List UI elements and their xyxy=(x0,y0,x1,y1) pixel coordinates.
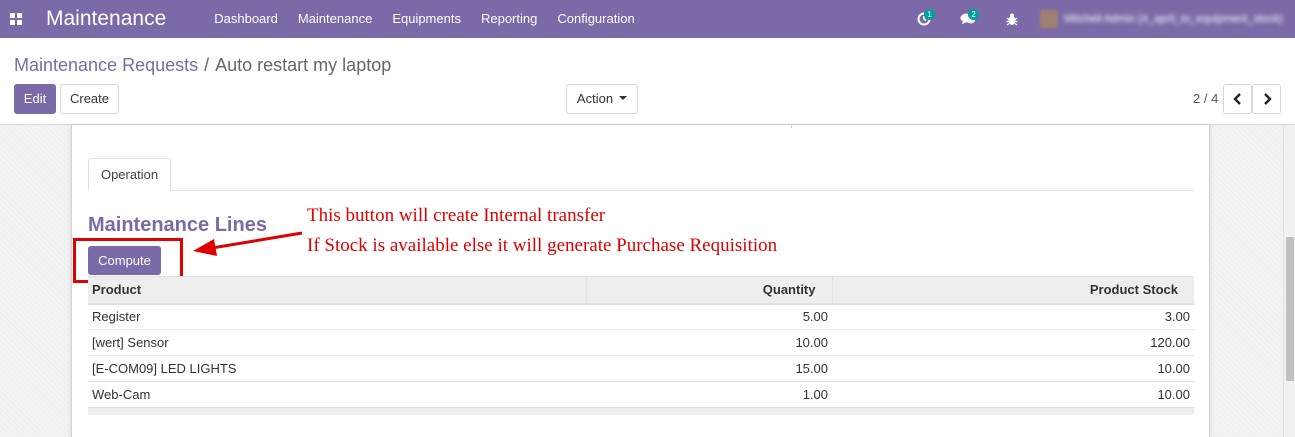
action-dropdown[interactable]: Action xyxy=(566,84,638,114)
arrow-left-icon xyxy=(193,231,303,256)
activity-clock-icon[interactable]: 1 xyxy=(902,0,946,38)
cell-product: Register xyxy=(92,309,141,325)
table-row[interactable]: [E-COM09] LED LIGHTS 15.00 10.00 xyxy=(88,356,1194,382)
cell-product-stock: 10.00 xyxy=(1157,387,1190,402)
tab-operation[interactable]: Operation xyxy=(88,158,171,191)
cell-product-stock: 120.00 xyxy=(1150,335,1190,350)
cell-quantity: 15.00 xyxy=(795,361,828,376)
cell-quantity: 10.00 xyxy=(795,335,828,350)
table-row[interactable]: [wert] Sensor 10.00 120.00 xyxy=(88,330,1194,356)
create-button[interactable]: Create xyxy=(60,84,119,114)
table-row[interactable]: Web-Cam 1.00 10.00 xyxy=(88,382,1194,408)
cell-product: [E-COM09] LED LIGHTS xyxy=(92,361,237,376)
menu-configuration[interactable]: Configuration xyxy=(547,0,644,38)
column-header-product[interactable]: Product xyxy=(88,276,586,305)
annotation-line-2: If Stock is available else it will gener… xyxy=(307,235,778,256)
menu-dashboard[interactable]: Dashboard xyxy=(204,0,288,38)
divider xyxy=(791,125,792,128)
user-name: Mitchell Admin (4_april_to_equipment_sto… xyxy=(1064,13,1283,25)
compute-button[interactable]: Compute xyxy=(88,246,161,275)
pager-value[interactable]: 2 / 4 xyxy=(1193,91,1218,106)
messages-badge: 2 xyxy=(968,9,980,20)
breadcrumb-parent[interactable]: Maintenance Requests xyxy=(14,55,198,75)
cell-product: [wert] Sensor xyxy=(92,335,169,350)
tabs-divider xyxy=(88,190,1193,191)
apps-grid-icon[interactable] xyxy=(2,0,30,38)
chevron-right-icon xyxy=(1263,93,1272,105)
annotation-line-1: This button will create Internal transfe… xyxy=(307,205,606,226)
systray: 1 2 Mitchell Admin (4_april_to_equipment… xyxy=(902,0,1295,38)
menu-maintenance[interactable]: Maintenance xyxy=(288,0,382,38)
breadcrumb: Maintenance Requests / Auto restart my lap… xyxy=(14,55,391,76)
cell-product-stock: 3.00 xyxy=(1164,309,1190,325)
menu-reporting[interactable]: Reporting xyxy=(471,0,547,38)
cell-quantity: 5.00 xyxy=(802,309,828,325)
breadcrumb-separator: / xyxy=(204,55,210,75)
pager-previous-button[interactable] xyxy=(1223,84,1252,114)
cell-quantity: 1.00 xyxy=(802,387,828,402)
edit-button[interactable]: Edit xyxy=(14,84,56,114)
main-menu: Dashboard Maintenance Equipments Reporti… xyxy=(204,0,644,38)
form-sheet: Operation Maintenance Lines Compute This… xyxy=(71,125,1210,437)
user-menu[interactable]: Mitchell Admin (4_april_to_equipment_sto… xyxy=(1040,10,1283,28)
cell-product-stock: 10.00 xyxy=(1157,361,1190,376)
table-header-row: Product Quantity Product Stock xyxy=(88,276,1194,305)
top-navbar: Maintenance Dashboard Maintenance Equipm… xyxy=(0,0,1295,38)
maintenance-lines-table: Product Quantity Product Stock Register … xyxy=(88,276,1194,415)
pager-next-button[interactable] xyxy=(1252,84,1281,114)
action-label: Action xyxy=(576,91,614,106)
chat-bubbles-icon[interactable]: 2 xyxy=(946,0,990,38)
chevron-left-icon xyxy=(1232,93,1241,105)
breadcrumb-current: Auto restart my laptop xyxy=(215,55,392,75)
cell-product: Web-Cam xyxy=(92,387,151,402)
scrollbar[interactable] xyxy=(1283,125,1295,437)
scrollbar-thumb[interactable] xyxy=(1286,237,1294,381)
control-panel: Maintenance Requests / Auto restart my lap… xyxy=(0,38,1295,125)
form-view: Operation Maintenance Lines Compute This… xyxy=(0,125,1295,437)
column-header-product-stock[interactable]: Product Stock xyxy=(831,276,1194,305)
menu-equipments[interactable]: Equipments xyxy=(382,0,471,38)
table-row[interactable]: Register 5.00 3.00 xyxy=(88,304,1194,330)
app-name[interactable]: Maintenance xyxy=(46,7,166,31)
column-header-quantity[interactable]: Quantity xyxy=(585,276,832,305)
activity-badge: 1 xyxy=(924,9,936,20)
bug-icon[interactable] xyxy=(990,0,1034,38)
avatar xyxy=(1040,10,1059,28)
caret-down-icon xyxy=(619,95,628,100)
table-footer xyxy=(88,407,1194,415)
